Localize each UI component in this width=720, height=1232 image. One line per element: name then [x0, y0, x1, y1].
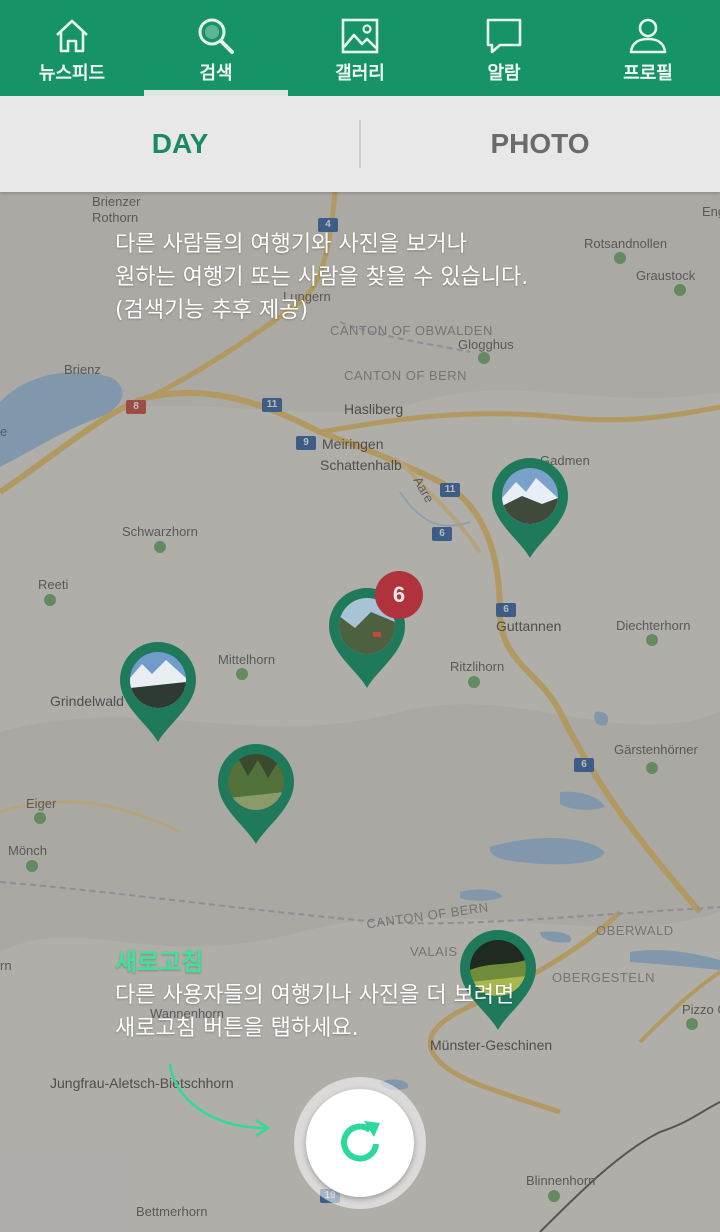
home-icon [52, 16, 92, 56]
map-label-edge-e: e [0, 424, 8, 439]
photo-thumbnail [502, 468, 558, 524]
route-shield: 11 [440, 483, 460, 497]
map-label-edge-rn: rn [0, 958, 12, 973]
search-guide-line: (검색기능 추후 제공) [115, 298, 309, 323]
peak-marker [26, 860, 38, 872]
map-label-schattenhalb: Schattenhalb [320, 457, 402, 473]
map-label-graustock: Graustock [636, 268, 696, 283]
nav-profile[interactable]: 프로필 [576, 0, 720, 96]
map-label-reeti: Reeti [38, 577, 69, 592]
nav-search[interactable]: 검색 [144, 0, 288, 96]
nav-newsfeed-label: 뉴스피드 [38, 63, 106, 84]
route-shield: 6 [496, 603, 516, 617]
peak-marker [614, 252, 626, 264]
map-label-brienz: Brienz [64, 362, 101, 377]
map-label-binnenhorn: Blinnenhorn [526, 1173, 596, 1188]
peak-marker [34, 812, 46, 824]
nav-gallery-label: 갤러리 [335, 63, 385, 84]
pin-grindelwald[interactable] [118, 640, 198, 744]
map-view[interactable]: Brienzer Rothorn Lungern Rotsandnollen G… [0, 192, 720, 1232]
nav-newsfeed[interactable]: 뉴스피드 [0, 0, 144, 96]
route-shield: 8 [126, 400, 146, 414]
route-shield: 9 [296, 436, 316, 450]
map-label-eiger: Eiger [26, 796, 57, 811]
map-label-moench: Mönch [8, 843, 48, 858]
map-label-schwarzhorn: Schwarzhorn [122, 524, 198, 539]
tab-divider [359, 120, 361, 168]
chat-bubble-icon [484, 16, 524, 56]
pointer-arrow-icon [168, 1063, 270, 1138]
route-shield: 6 [574, 758, 594, 772]
map-label-hasliberg: Hasliberg [344, 401, 404, 417]
map-label-pizzo-gallina: Pizzo Gal [682, 1002, 720, 1017]
map-label-meiringen: Meiringen [322, 436, 384, 452]
photo-thumbnail [228, 754, 284, 810]
nav-alarm-label: 알람 [487, 63, 521, 84]
photo-thumbnail [130, 652, 186, 708]
peak-marker [674, 284, 686, 296]
peak-marker [236, 668, 248, 680]
map-label-gaerstenhorner: Gärstenhörner [614, 742, 698, 757]
search-guide-text: 다른 사람들의 여행기와 사진을 보거나 원하는 여행기 또는 사람을 찾을 수… [115, 228, 528, 327]
search-icon [196, 16, 236, 56]
view-mode-tabs: DAY PHOTO [0, 96, 720, 192]
refresh-guide-text: 새로고침 다른 사용자들의 여행기나 사진을 더 보려면 새로고침 버튼을 탭하… [115, 946, 514, 1045]
map-label-ritzlihorn: Ritzlihorn [450, 659, 505, 674]
top-navigation-bar: 뉴스피드 검색 갤러리 알람 프로필 [0, 0, 720, 96]
refresh-guide-line: 다른 사용자들의 여행기나 사진을 더 보려면 [115, 983, 515, 1008]
refresh-icon [341, 1121, 380, 1162]
nav-profile-label: 프로필 [623, 63, 673, 84]
pin-gadmen[interactable] [490, 456, 570, 560]
peak-marker [44, 594, 56, 606]
search-guide-line: 다른 사람들의 여행기와 사진을 보거나 [115, 232, 467, 257]
pin-eiger[interactable] [216, 742, 296, 846]
map-label-diechterhorn: Diechterhorn [616, 618, 691, 633]
peak-marker [646, 634, 658, 646]
map-label-obergesteln: OBERGESTELN [552, 970, 656, 985]
peak-marker [646, 762, 658, 774]
peak-marker [478, 352, 490, 364]
person-icon [628, 16, 668, 56]
map-label-grindelwald: Grindelwald [50, 693, 124, 709]
route-shield: 6 [432, 527, 452, 541]
refresh-guide-line: 새로고침 버튼을 탭하세요. [115, 1016, 359, 1041]
map-label-glogghus: Glogghus [458, 337, 514, 352]
peak-marker [548, 1190, 560, 1202]
refresh-guide-title: 새로고침 [115, 948, 204, 976]
refresh-button[interactable] [306, 1089, 414, 1197]
map-label-guttannen: Guttannen [496, 618, 562, 634]
peak-marker [468, 676, 480, 688]
map-label-brienzer: Brienzer [92, 194, 141, 209]
route-shield: 11 [262, 398, 282, 412]
photo-count-badge: 6 [375, 571, 423, 619]
search-guide-line: 원하는 여행기 또는 사람을 찾을 수 있습니다. [115, 265, 529, 290]
gallery-icon [340, 16, 380, 56]
peak-marker [154, 541, 166, 553]
active-tab-indicator [144, 90, 288, 96]
map-label-eng: Eng [702, 204, 720, 219]
tab-day[interactable]: DAY [0, 96, 360, 192]
map-label-bettmerhorn: Bettmerhorn [136, 1204, 208, 1219]
tab-photo[interactable]: PHOTO [360, 96, 720, 192]
map-label-rotsandnollen: Rotsandnollen [584, 236, 668, 251]
nav-search-label: 검색 [199, 63, 233, 84]
map-label-mittelhorn: Mittelhorn [218, 652, 276, 667]
nav-alarm[interactable]: 알람 [432, 0, 576, 96]
map-label-oberwald: OBERWALD [596, 923, 674, 938]
nav-gallery[interactable]: 갤러리 [288, 0, 432, 96]
map-label-canton-bern: CANTON OF BERN [344, 368, 468, 383]
peak-marker [686, 1018, 698, 1030]
map-label-rothorn: Rothorn [92, 210, 139, 225]
